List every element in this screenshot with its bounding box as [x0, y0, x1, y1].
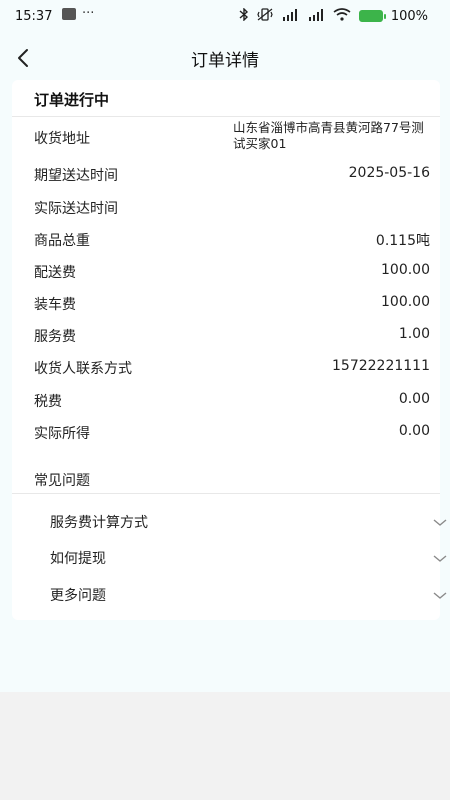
- row-value: 0.00: [398, 423, 430, 439]
- row-value: 100.00: [381, 262, 430, 278]
- row-value: 2025-05-16: [348, 165, 430, 181]
- chevron-down-icon[interactable]: [432, 550, 448, 562]
- faq-item-label: 服务费计算方式: [50, 515, 148, 531]
- faq-item-label: 如何提现: [50, 551, 106, 567]
- row-label: 收货人联系方式: [34, 361, 132, 377]
- signal-icon: [307, 8, 325, 24]
- nav-bar: 订单详情: [0, 34, 450, 82]
- row-label: 税费: [34, 394, 62, 410]
- faq-item-more[interactable]: 更多问题: [50, 585, 447, 609]
- vibrate-icon: [257, 8, 273, 24]
- status-right-icons: 100%: [239, 7, 428, 24]
- row-value: 0.00: [398, 391, 430, 407]
- signal-icon: [281, 8, 299, 24]
- faq-item-service-fee[interactable]: 服务费计算方式: [50, 512, 447, 536]
- row-value: 0.115吨: [375, 233, 430, 249]
- order-detail-card: 订单进行中 收货地址 山东省淄博市高青县黄河路77号测试买家01 期望送达时间 …: [12, 80, 447, 620]
- chevron-down-icon[interactable]: [432, 587, 448, 599]
- status-bar: 15:37 ··· 100%: [0, 0, 450, 34]
- row-label: 实际所得: [34, 426, 90, 442]
- more-notifications: ···: [82, 6, 95, 21]
- status-time: 15:37: [15, 9, 53, 24]
- bluetooth-icon: [239, 7, 249, 24]
- chevron-down-icon[interactable]: [432, 514, 448, 526]
- row-label: 服务费: [34, 329, 76, 345]
- row-label: 收货地址: [34, 131, 90, 147]
- row-value: 1.00: [398, 326, 430, 342]
- faq-item-label: 更多问题: [50, 588, 106, 604]
- address-value: 山东省淄博市高青县黄河路77号测试买家01: [233, 120, 424, 151]
- row-value[interactable]: 15722221111: [332, 358, 430, 374]
- row-label: 装车费: [34, 297, 76, 313]
- row-label: 期望送达时间: [34, 168, 118, 184]
- app-screen: 15:37 ··· 100% 订单详情 订单进行中 收货地址 山东省淄博市高青县…: [0, 0, 450, 692]
- row-label: 商品总重: [34, 233, 90, 249]
- faq-title: 常见问题: [34, 473, 90, 489]
- status-left-icons: ···: [62, 6, 95, 21]
- faq-item-withdraw[interactable]: 如何提现: [50, 548, 447, 572]
- photo-icon: [62, 8, 76, 20]
- row-label: 配送费: [34, 265, 76, 281]
- row-label: 实际送达时间: [34, 201, 118, 217]
- row-value: 100.00: [381, 294, 430, 310]
- divider: [12, 493, 440, 494]
- page-title: 订单详情: [191, 51, 259, 71]
- wifi-icon: [333, 8, 351, 24]
- battery-percent: 100%: [390, 8, 428, 24]
- battery-icon: [358, 10, 386, 22]
- order-status: 订单进行中: [34, 91, 110, 109]
- order-status-header: 订单进行中: [12, 80, 440, 117]
